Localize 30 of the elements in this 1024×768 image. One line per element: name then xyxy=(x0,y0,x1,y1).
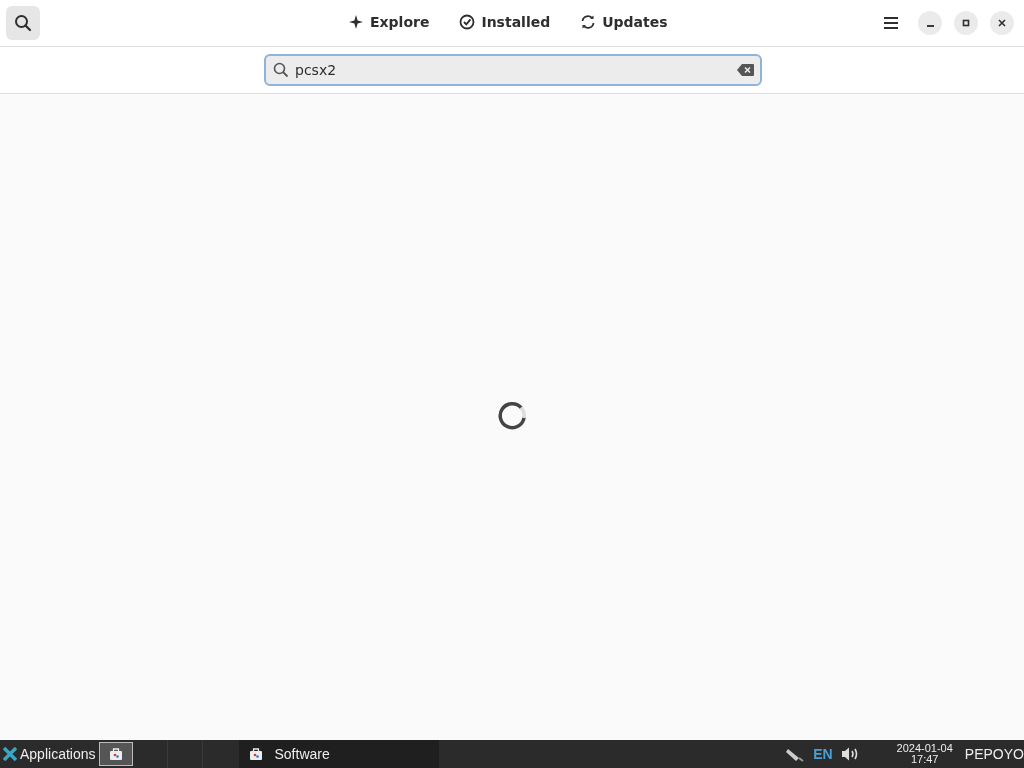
search-field[interactable]: pcsx2 xyxy=(264,54,762,86)
logo-icon xyxy=(3,747,17,761)
keyboard-layout[interactable]: EN xyxy=(813,746,833,762)
refresh-icon xyxy=(580,14,597,30)
software-launcher-icon[interactable] xyxy=(98,742,133,766)
minimize-button[interactable] xyxy=(918,11,942,35)
network-icon[interactable] xyxy=(785,746,806,762)
user-name[interactable]: PEPOYO xyxy=(964,746,1024,762)
tab[interactable]: Installed xyxy=(451,6,559,38)
maximize-button[interactable] xyxy=(954,11,978,35)
menu-icon xyxy=(883,16,899,30)
sparkle-icon xyxy=(348,14,364,30)
maximize-icon xyxy=(961,18,971,28)
search-icon xyxy=(14,14,32,32)
date: 2024-01-04 xyxy=(896,743,953,754)
software-icon xyxy=(248,747,263,761)
check-circle-icon xyxy=(459,14,476,30)
minimize-icon xyxy=(926,25,934,27)
loading-spinner-icon xyxy=(497,400,527,431)
time: 17:47 xyxy=(910,754,939,765)
close-button[interactable] xyxy=(990,11,1014,35)
close-icon xyxy=(997,18,1007,28)
volume-icon[interactable] xyxy=(840,746,859,762)
search-icon xyxy=(273,62,289,78)
taskbar-window-button[interactable]: Software xyxy=(238,740,439,768)
tab[interactable]: Explore xyxy=(340,6,438,38)
tab[interactable]: Updates xyxy=(572,6,676,38)
clear-icon[interactable] xyxy=(737,64,754,76)
applications-menu[interactable]: Applications xyxy=(0,740,99,768)
search-button[interactable] xyxy=(6,6,40,40)
